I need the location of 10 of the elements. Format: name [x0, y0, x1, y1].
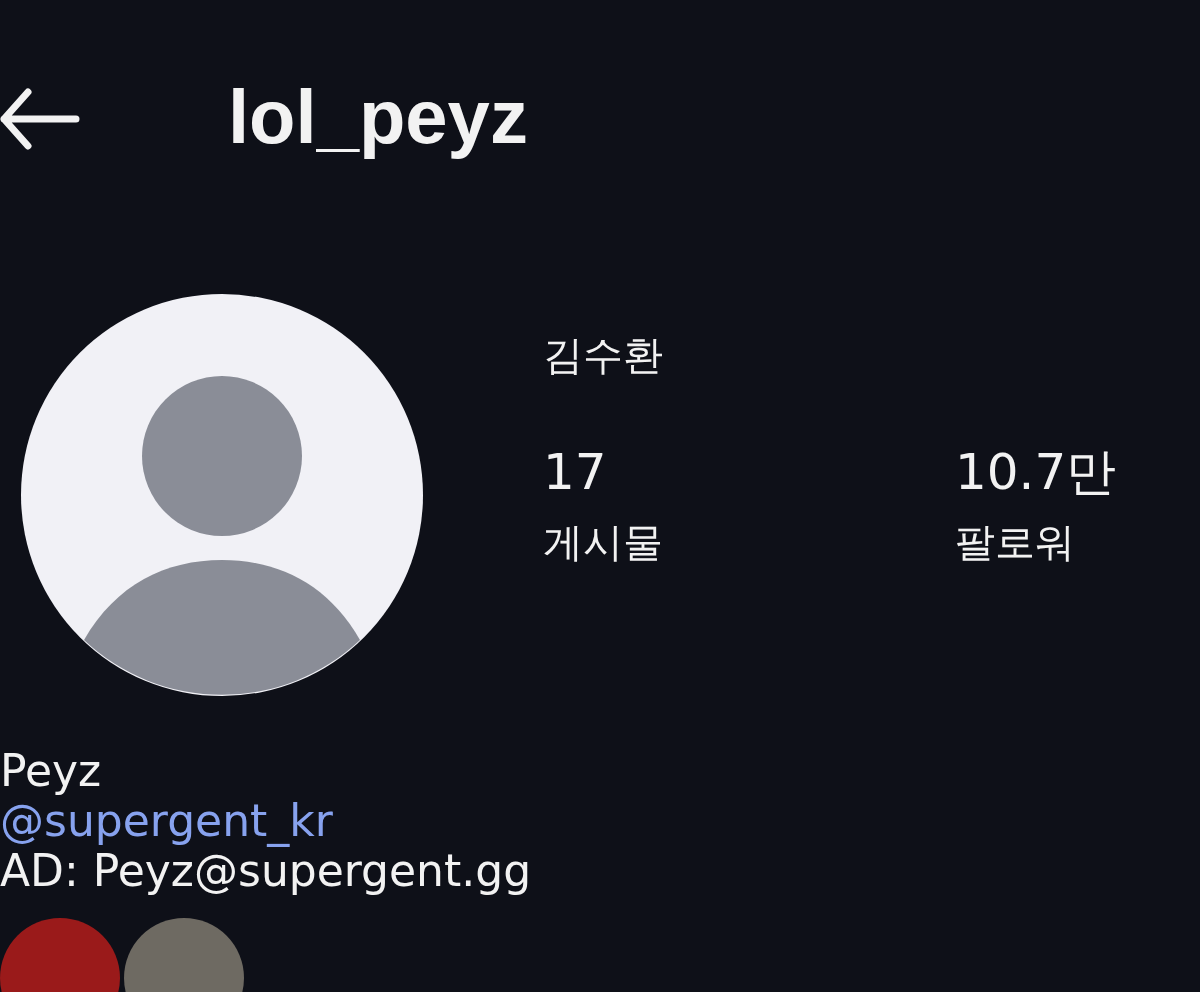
bio-name: Peyz: [0, 746, 103, 796]
stat-label: 팔로워: [955, 518, 1076, 567]
stat-label: 게시물: [543, 518, 664, 567]
bio-text: AD: Peyz@supergent.gg: [0, 846, 533, 896]
stat-count: 10.7만: [955, 442, 1118, 502]
profile-username: lol_peyz: [228, 73, 528, 161]
stat-count: 17: [543, 442, 608, 502]
avatar-silhouette-icon: [21, 294, 423, 696]
bio-link[interactable]: @supergent_kr: [0, 796, 1200, 846]
full-name: 김수환: [543, 331, 664, 380]
